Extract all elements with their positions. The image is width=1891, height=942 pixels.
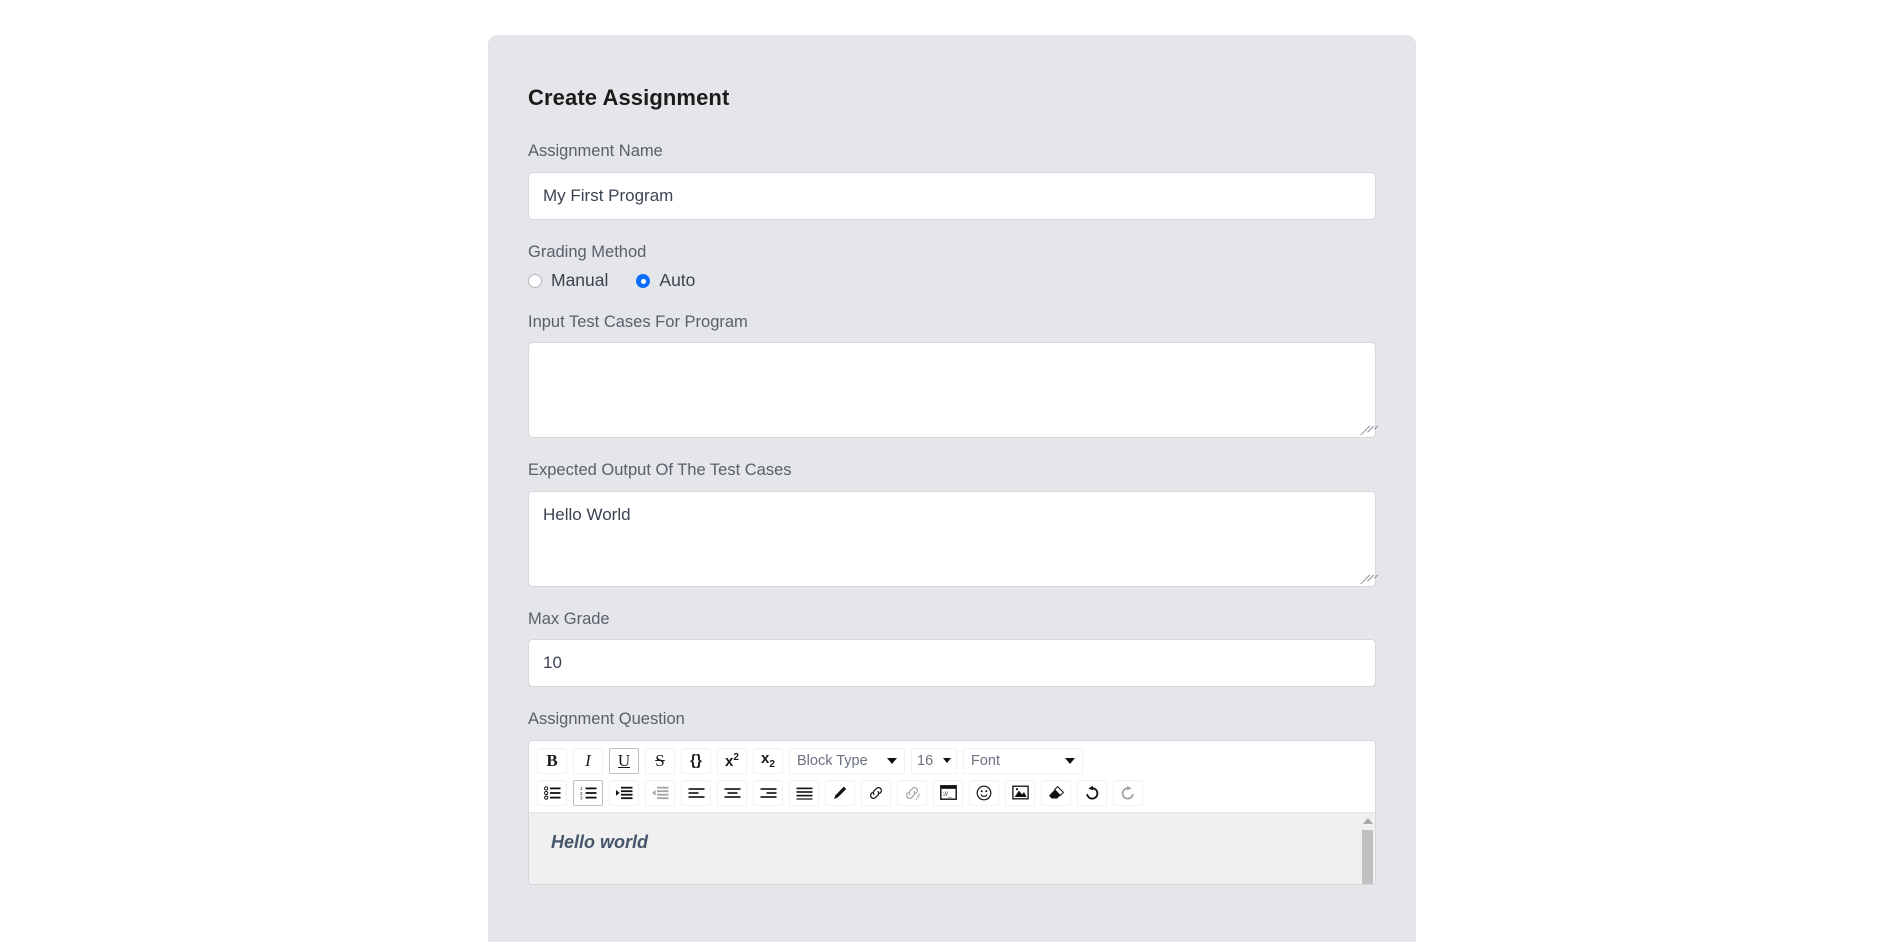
italic-icon[interactable]: I — [573, 747, 603, 774]
assignment-name-label: Assignment Name — [528, 142, 663, 161]
align-justify-icon[interactable] — [789, 779, 819, 806]
chevron-down-icon — [943, 758, 951, 764]
unordered-list-icon[interactable] — [537, 779, 567, 806]
outdent-icon[interactable] — [645, 779, 675, 806]
unlink-icon[interactable] — [897, 779, 927, 806]
field-grading-method: Grading Method Manual Auto — [528, 242, 1376, 290]
align-left-icon[interactable] — [681, 779, 711, 806]
svg-text:://_: ://_ — [942, 791, 951, 798]
max-grade-input[interactable] — [528, 639, 1376, 688]
font-size-label: 16 — [917, 752, 934, 769]
image-icon[interactable] — [1005, 779, 1035, 806]
expected-output-label: Expected Output Of The Test Cases — [528, 461, 792, 480]
indent-icon[interactable] — [609, 779, 639, 806]
scroll-up-arrow-icon[interactable] — [1362, 817, 1373, 824]
field-expected-output: Expected Output Of The Test Cases — [528, 460, 1379, 587]
grading-method-radio-group: Manual Auto — [528, 272, 1376, 290]
block-type-label: Block Type — [797, 752, 868, 769]
expected-output-wrap — [528, 490, 1379, 587]
radio-option-manual[interactable]: Manual — [528, 272, 608, 290]
editor-toolbar: B I U S {} x2 x2 Block Type 16 Font 1 2 … — [529, 740, 1375, 812]
expected-output-textarea[interactable] — [528, 490, 1376, 587]
svg-text:3: 3 — [580, 795, 583, 800]
radio-option-auto[interactable]: Auto — [636, 272, 695, 290]
superscript-icon[interactable]: x2 — [717, 747, 747, 774]
max-grade-label: Max Grade — [528, 609, 610, 628]
input-test-cases-textarea[interactable] — [528, 342, 1376, 439]
toolbar-row-block: 1 2 3://_ — [537, 779, 1367, 806]
page-root: Create Assignment Assignment Name Gradin… — [0, 0, 1891, 942]
field-assignment-question: Assignment Question B I U S {} x2 x2 Blo… — [528, 709, 1376, 885]
ordered-list-icon[interactable]: 1 2 3 — [573, 779, 603, 806]
field-input-test-cases: Input Test Cases For Program — [528, 312, 1379, 439]
monospace-icon[interactable]: {} — [681, 747, 711, 774]
undo-icon[interactable] — [1077, 779, 1107, 806]
font-family-dropdown[interactable]: Font — [963, 747, 1083, 774]
page-title: Create Assignment — [528, 85, 730, 110]
editor-content-area[interactable]: Hello world — [529, 811, 1375, 884]
strikethrough-icon[interactable]: S — [645, 747, 675, 774]
radio-label-manual: Manual — [551, 270, 609, 291]
clear-format-icon[interactable] — [1041, 779, 1071, 806]
editor-content-text: Hello world — [551, 831, 649, 852]
radio-dot-auto[interactable] — [636, 274, 651, 289]
font-family-label: Font — [971, 752, 1001, 769]
radio-dot-manual[interactable] — [528, 274, 542, 289]
subscript-icon[interactable]: x2 — [753, 747, 783, 774]
grading-method-label: Grading Method — [528, 242, 647, 261]
assignment-question-label: Assignment Question — [528, 710, 685, 729]
chevron-down-icon — [1065, 757, 1075, 764]
chevron-down-icon — [887, 757, 897, 764]
field-assignment-name: Assignment Name — [528, 141, 1376, 220]
bold-icon[interactable]: B — [537, 747, 567, 774]
block-type-dropdown[interactable]: Block Type — [789, 747, 905, 774]
align-center-icon[interactable] — [717, 779, 747, 806]
text-color-icon[interactable] — [825, 779, 855, 806]
toolbar-row-inline: B I U S {} x2 x2 Block Type 16 Font — [537, 747, 1367, 774]
align-right-icon[interactable] — [753, 779, 783, 806]
assignment-name-input[interactable] — [528, 171, 1376, 220]
radio-label-auto: Auto — [659, 270, 696, 291]
rich-text-editor: B I U S {} x2 x2 Block Type 16 Font 1 2 … — [528, 739, 1376, 885]
redo-icon[interactable] — [1113, 779, 1143, 806]
create-assignment-card: Create Assignment Assignment Name Gradin… — [488, 35, 1416, 942]
input-test-cases-wrap — [528, 342, 1379, 439]
emoji-icon[interactable] — [969, 779, 999, 806]
embed-icon[interactable]: ://_ — [933, 779, 963, 806]
font-size-dropdown[interactable]: 16 — [911, 747, 957, 774]
underline-icon[interactable]: U — [609, 747, 639, 774]
card-inner: Create Assignment Assignment Name Gradin… — [488, 35, 1416, 885]
link-icon[interactable] — [861, 779, 891, 806]
scrollbar-thumb[interactable] — [1362, 829, 1373, 884]
field-max-grade: Max Grade — [528, 609, 1376, 688]
input-test-cases-label: Input Test Cases For Program — [528, 312, 748, 331]
editor-scrollbar[interactable] — [1360, 812, 1375, 884]
